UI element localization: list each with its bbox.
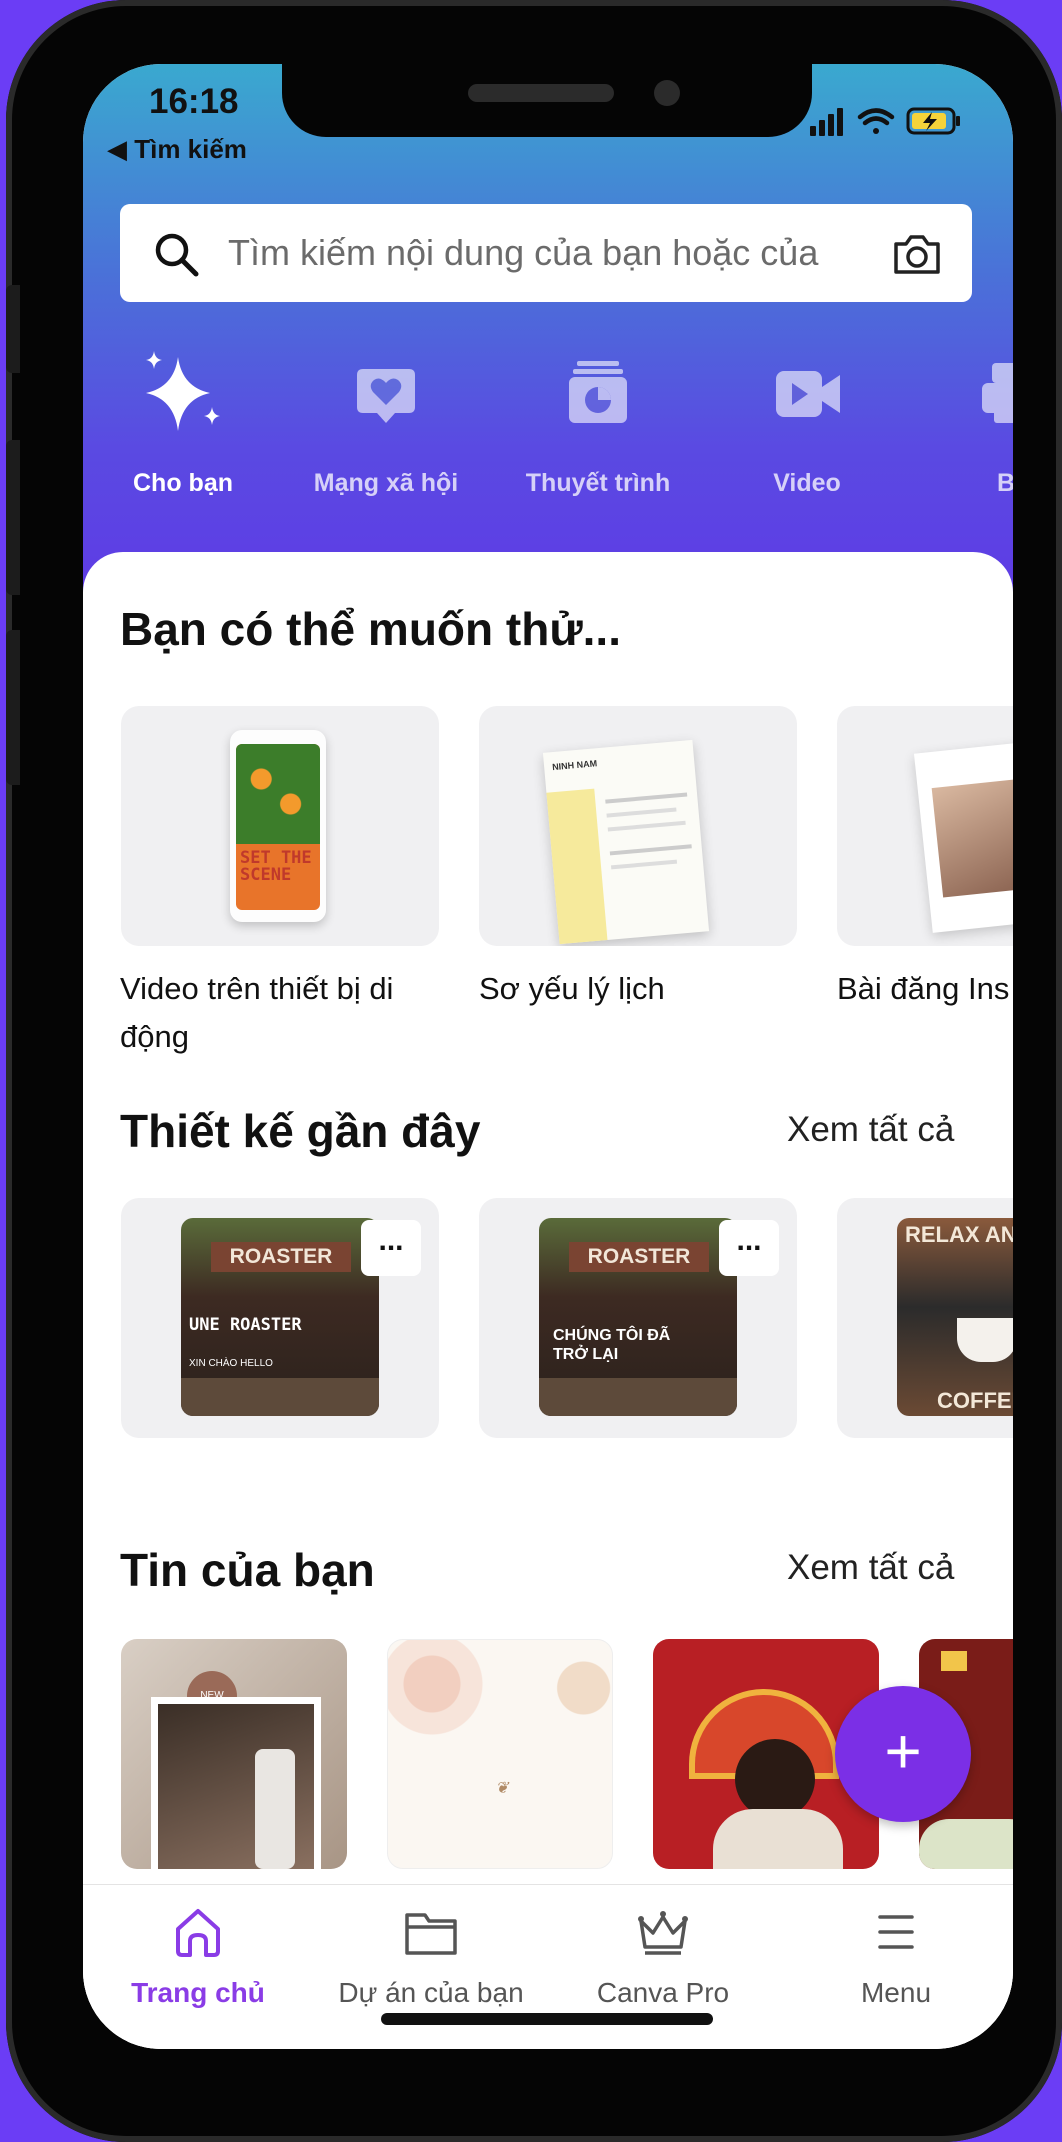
print-icon [982,363,1013,423]
tab-label: Canva Pro [596,1977,730,2008]
phone-frame: 16:18 ◀ Tìm kiếm Tìm kiếm nội dung của b… [6,0,1062,2142]
category-label: Video [773,469,841,497]
battery-charging-icon [906,107,960,135]
search-input[interactable]: Tìm kiếm nội dung của bạn hoặc của [228,232,818,274]
tab-label: Dự án của bạn [338,1977,524,2008]
story-card[interactable]: ❦ [387,1639,613,1869]
back-to-search-link[interactable]: ◀ Tìm kiếm [107,134,247,165]
suggestion-label: Bài đăng Ins [837,971,1010,1006]
tab-label: Menu [860,1977,932,2008]
tab-label: Trang chủ [131,1977,265,2008]
suggestion-label: Sơ yếu lý lịch [479,971,665,1006]
phone-thumbnail: SET THE SCENE [230,730,326,922]
category-label: Mạng xã hội [313,469,459,497]
presentation-icon [569,361,627,423]
category-print[interactable]: Bả [923,349,1013,509]
resume-thumbnail: NINH NAM [542,739,710,945]
tab-your-projects[interactable]: Dự án của bạn [316,1905,546,2015]
volume-up-button [6,440,20,595]
design-thumbnail: ROASTER UNE ROASTER XIN CHÀO HELLO [181,1218,379,1416]
section-title-suggestions: Bạn có thể muốn thử... [120,603,621,655]
tab-menu[interactable]: Menu [781,1905,1011,2015]
plus-icon: + [884,1715,922,1787]
home-icon [176,1909,220,1957]
more-options-button[interactable]: ... [361,1220,421,1276]
resume-art-text: NINH NAM [551,758,598,773]
section-title-stories: Tin của bạn [120,1544,375,1596]
folder-icon [405,1913,457,1955]
home-indicator[interactable] [381,2013,713,2025]
category-label: Bả [997,469,1013,497]
category-social-media[interactable]: Mạng xã hội [296,349,476,509]
design-thumbnail: RELAX AND COFFEE [897,1218,1013,1416]
volume-down-button [6,630,20,785]
phone-art-text: SET THE SCENE [240,848,312,885]
category-label: Thuyết trình [525,469,671,497]
section-title-recent: Thiết kế gần đây [120,1105,481,1157]
search-icon [155,233,199,277]
mute-switch [6,285,20,373]
notch [282,64,812,137]
design-thumbnail: ROASTER CHÚNG TÔI ĐÃ TRỞ LẠI [539,1218,737,1416]
recent-design-card[interactable]: ROASTER UNE ROASTER XIN CHÀO HELLO ... [121,1198,439,1438]
signal-icon [810,108,843,136]
category-strip: Cho bạn Mạng xã hội Thuyết trình Video B [83,349,1013,509]
category-for-you[interactable]: Cho bạn [93,349,273,509]
category-presentation[interactable]: Thuyết trình [508,349,688,509]
recent-design-card[interactable]: RELAX AND COFFEE [837,1198,1013,1438]
speaker-grill [468,84,614,102]
suggestion-label: Video trên thiết bị di động [120,971,394,1054]
category-video[interactable]: Video [717,349,897,509]
create-design-button[interactable]: + [835,1686,971,1822]
story-card[interactable]: NEW [121,1639,347,1869]
suggestion-card-resume[interactable]: NINH NAM [479,706,797,946]
video-camera-icon [776,371,840,417]
suggestion-card-mobile-video[interactable]: SET THE SCENE [121,706,439,946]
category-label: Cho bạn [133,469,233,497]
stories-see-all-link[interactable]: Xem tất cả [787,1548,954,1588]
heart-chat-icon [357,369,415,423]
suggestion-card-instagram-post[interactable] [837,706,1013,946]
tab-home[interactable]: Trang chủ [83,1905,313,2015]
tab-canva-pro[interactable]: Canva Pro [548,1905,778,2015]
search-bar[interactable]: Tìm kiếm nội dung của bạn hoặc của [120,204,972,302]
app-screen: 16:18 ◀ Tìm kiếm Tìm kiếm nội dung của b… [83,64,1013,2049]
menu-icon [878,1915,914,1949]
crown-icon [638,1911,688,1955]
instagram-thumbnail [913,739,1013,933]
recent-design-card[interactable]: ROASTER CHÚNG TÔI ĐÃ TRỞ LẠI ... [479,1198,797,1438]
wifi-icon [857,108,895,134]
camera-search-icon[interactable] [890,230,944,278]
status-time: 16:18 [149,82,239,121]
sparkle-icon [146,351,220,431]
status-icons [810,107,960,136]
front-camera [654,80,680,106]
more-options-button[interactable]: ... [719,1220,779,1276]
recent-see-all-link[interactable]: Xem tất cả [787,1110,954,1150]
